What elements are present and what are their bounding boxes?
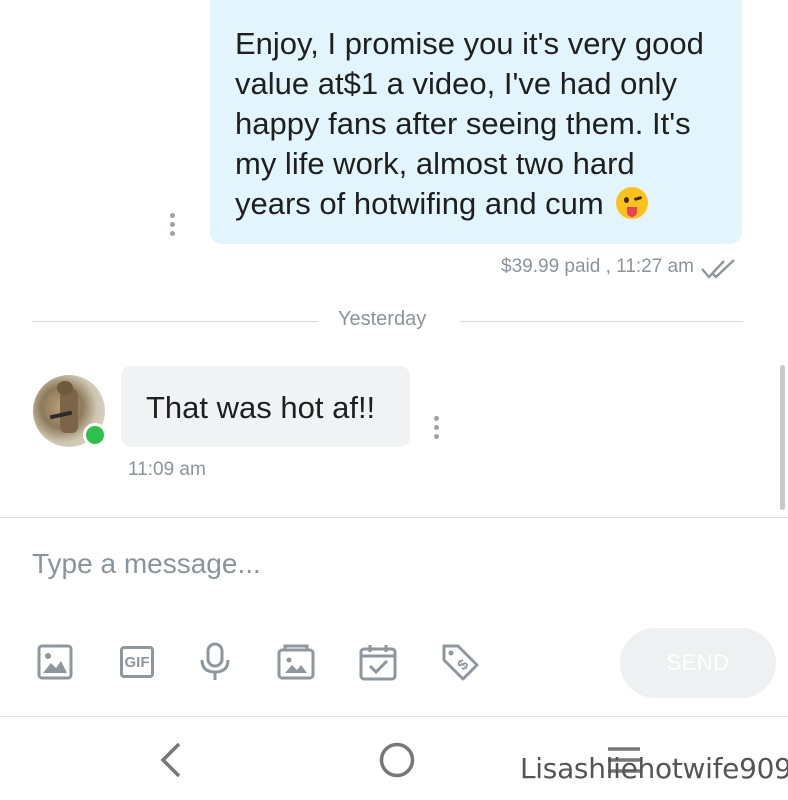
date-divider-left	[32, 321, 318, 322]
incoming-message-options-icon[interactable]	[433, 416, 439, 439]
media-vault-button[interactable]	[276, 642, 316, 682]
microphone-icon	[200, 642, 230, 680]
chat-scrollbar[interactable]	[780, 365, 785, 510]
gif-icon-label: GIF	[124, 653, 150, 671]
nav-home-button[interactable]	[377, 738, 417, 782]
online-status-indicator	[83, 423, 107, 447]
nav-back-button[interactable]	[150, 738, 190, 782]
outgoing-message-options-icon[interactable]	[169, 213, 175, 236]
set-price-button[interactable]: $	[440, 642, 480, 682]
message-input[interactable]	[32, 544, 732, 584]
incoming-message-bubble: That was hot af!!	[121, 366, 410, 447]
home-circle-icon	[379, 742, 415, 778]
send-button[interactable]: SEND	[620, 628, 776, 698]
outgoing-message-meta: $39.99 paid , 11:27 am	[501, 256, 694, 277]
schedule-calendar-icon	[359, 645, 397, 681]
price-tag-icon: $	[442, 644, 479, 681]
gif-icon: GIF	[120, 646, 154, 678]
image-icon	[37, 644, 73, 680]
incoming-message-text: That was hot af!!	[146, 390, 376, 425]
composer-divider	[0, 517, 788, 518]
date-separator-label: Yesterday	[338, 308, 427, 330]
incoming-message-time: 11:09 am	[128, 459, 206, 480]
system-nav-divider	[0, 716, 788, 717]
watermark-text: Lisashliehotwife909	[520, 752, 788, 785]
double-check-icon	[701, 259, 735, 279]
winking-tongue-emoji-icon	[616, 187, 649, 219]
add-gif-button[interactable]: GIF	[117, 642, 157, 682]
back-chevron-icon	[160, 742, 181, 778]
date-divider-right	[460, 321, 743, 322]
add-image-button[interactable]	[35, 642, 75, 682]
voice-message-button[interactable]	[195, 642, 235, 682]
schedule-message-button[interactable]	[358, 642, 398, 682]
media-vault-icon	[277, 644, 315, 680]
outgoing-message-bubble: Enjoy, I promise you it's very good valu…	[210, 0, 742, 244]
